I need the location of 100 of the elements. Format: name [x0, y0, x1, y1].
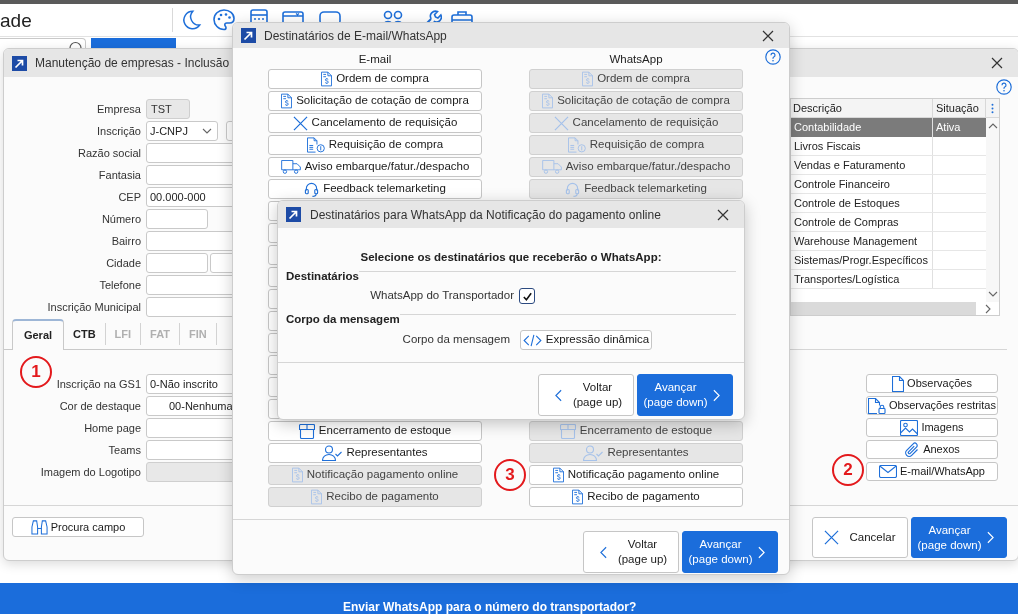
code-icon	[522, 333, 542, 347]
field-label: Home page	[83, 420, 142, 436]
dollar-document-icon	[291, 467, 303, 483]
side-action-button[interactable]: Imagens	[866, 418, 998, 437]
checkbox[interactable]	[519, 288, 535, 304]
headset-icon	[565, 181, 581, 197]
side-action-button[interactable]: Observações restritas	[866, 396, 998, 415]
table-cell: Contabilidade	[791, 118, 933, 137]
field-label: Cor de destaque	[58, 398, 142, 414]
step-marker: 3	[494, 459, 526, 491]
side-action-button[interactable]: Observações	[866, 374, 998, 393]
document-coin-icon	[567, 137, 586, 153]
close-icon[interactable]	[991, 57, 1003, 69]
dollar-document-icon	[552, 467, 564, 483]
message-type-button[interactable]: Encerramento de estoque	[268, 421, 482, 441]
chevron-left-icon	[555, 388, 562, 402]
table-row[interactable]: Vendas e Faturamento	[791, 156, 986, 175]
prompt-text: Selecione os destinatários que receberão o WhatsApp:	[359, 250, 663, 265]
tab[interactable]: CTB	[64, 323, 106, 345]
cancel-button[interactable]: Cancelar	[812, 517, 908, 558]
table-row[interactable]: Warehouse Management	[791, 232, 986, 251]
chevron-right-icon	[987, 531, 994, 544]
field-label: Teams	[107, 442, 142, 458]
table-row[interactable]: Controle de Estoques	[791, 194, 986, 213]
table-cell: Vendas e Faturamento	[791, 156, 933, 174]
chevron-left-icon	[600, 545, 607, 559]
message-type-button[interactable]: Cancelamento de requisição	[268, 113, 482, 133]
back-button[interactable]: Voltar (page up)	[538, 374, 634, 416]
window-arrow-icon	[286, 207, 301, 222]
input-field[interactable]	[146, 209, 208, 229]
message-type-button[interactable]: Aviso embarque/fatur./despacho	[268, 157, 482, 177]
window-title: Manutenção de empresas - Inclusão	[35, 55, 230, 72]
document-coin-icon	[306, 137, 325, 153]
table-row[interactable]: Controle Financeiro	[791, 175, 986, 194]
field-label: CEP	[117, 189, 142, 205]
next-button[interactable]: Avançar (page down)	[911, 517, 1007, 558]
palette-icon[interactable]	[212, 8, 236, 32]
help-icon[interactable]	[765, 49, 781, 65]
dollar-document-icon	[582, 71, 594, 87]
more-options-icon[interactable]	[991, 101, 994, 115]
message-type-button[interactable]: Ordem de compra	[268, 69, 482, 89]
input-field[interactable]	[146, 253, 208, 273]
scroll-down-icon	[987, 291, 998, 297]
input-field: TST	[146, 99, 190, 119]
table-cell: Sistemas/Progr.Específicos	[791, 251, 933, 269]
step-marker: 2	[832, 454, 864, 486]
table-cell-text: Ativa	[935, 120, 962, 135]
dollar-document-icon	[321, 71, 333, 87]
field-label: Inscrição na GS1	[55, 376, 142, 392]
notification-bar: Enviar WhatsApp para o número do transportador?	[0, 583, 1018, 614]
x-icon	[553, 115, 569, 131]
field-label: Empresa	[95, 101, 142, 117]
truck-icon	[541, 160, 562, 174]
window-arrow-icon	[241, 28, 256, 43]
envelope-icon	[879, 465, 897, 478]
vertical-scrollbar[interactable]	[986, 118, 999, 302]
message-type-button[interactable]: Requisição de compra	[268, 135, 482, 155]
table-row[interactable]: Sistemas/Progr.Específicos	[791, 251, 986, 270]
box-icon	[559, 423, 576, 439]
message-type-button[interactable]: Representantes	[268, 443, 482, 463]
next-button[interactable]: Avançar (page down)	[682, 531, 778, 573]
tab[interactable]: Geral	[12, 319, 64, 350]
step-marker: 1	[20, 356, 52, 388]
moon-icon[interactable]	[180, 9, 202, 31]
expression-button[interactable]: Expressão dinâmica	[520, 330, 652, 350]
app-title: ade	[0, 10, 33, 30]
column-header[interactable]: Descrição	[791, 99, 933, 117]
back-button[interactable]: Voltar (page up)	[583, 531, 679, 573]
truck-icon	[280, 160, 301, 174]
message-type-button[interactable]: Recibo de pagamento	[529, 487, 743, 507]
message-type-button[interactable]: Notificação pagamento online	[529, 465, 743, 485]
side-action-button[interactable]: E-mail/WhatsApp	[866, 462, 998, 481]
horizontal-scrollbar[interactable]	[791, 302, 976, 315]
table-cell: Livros Fiscais	[791, 137, 933, 155]
checkmark-icon	[521, 290, 533, 302]
message-type-button[interactable]: Feedback telemarketing	[268, 179, 482, 199]
field-label: Telefone	[98, 277, 142, 293]
close-icon[interactable]	[762, 29, 774, 42]
dropdown[interactable]: J-CNPJ	[146, 121, 218, 141]
table-cell: Controle Financeiro	[791, 175, 933, 193]
table-cell: Controle de Compras	[791, 213, 933, 231]
field-label: Corpo da mensagem	[401, 332, 510, 348]
chevron-right-icon	[713, 388, 720, 402]
close-icon[interactable]	[717, 208, 729, 221]
side-action-button[interactable]: Anexos	[866, 440, 998, 459]
column-header[interactable]: Situação	[933, 99, 986, 117]
message-type-button[interactable]: Solicitação de cotação de compra	[268, 91, 482, 111]
search-field-button[interactable]: Procura campo	[12, 517, 144, 537]
help-icon[interactable]	[996, 79, 1012, 95]
next-button[interactable]: Avançar (page down)	[637, 374, 733, 416]
table-row[interactable]: Contabilidade Ativa	[791, 118, 986, 137]
field-label: Razão social	[77, 145, 142, 161]
field-label: Fantasia	[97, 167, 142, 183]
table-row[interactable]: Transportes/Logística	[791, 270, 986, 289]
headset-icon	[304, 181, 320, 197]
search-field[interactable]	[0, 38, 86, 48]
table-row[interactable]: Livros Fiscais	[791, 137, 986, 156]
table-row[interactable]: Controle de Compras	[791, 213, 986, 232]
table-cell: Controle de Estoques	[791, 194, 933, 212]
column-header: E-mail	[357, 52, 393, 66]
